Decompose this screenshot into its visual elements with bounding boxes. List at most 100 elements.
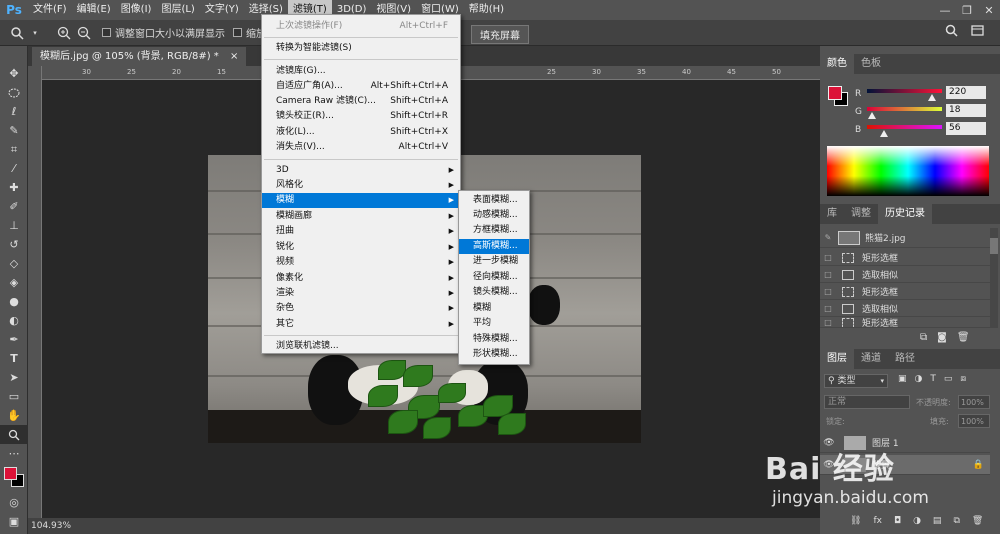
r-slider[interactable] xyxy=(867,89,942,93)
tab-adjustments[interactable]: 调整 xyxy=(844,204,878,224)
hand-tool-icon[interactable]: ✋ xyxy=(0,406,28,425)
tab-swatches[interactable]: 色板 xyxy=(854,54,888,74)
more-tools-icon[interactable]: ⋯ xyxy=(0,444,28,463)
filter-menu-item[interactable]: 渲染 ▶ xyxy=(262,286,460,301)
history-brush-source-icon[interactable]: ✎ xyxy=(820,233,836,242)
g-slider[interactable] xyxy=(867,107,942,111)
chevron-down-icon[interactable]: ▾ xyxy=(30,29,40,37)
layer-filter-select[interactable]: ⚲ 类型 ▾ xyxy=(824,374,888,388)
filter-menu-item[interactable]: 浏览联机滤镜... xyxy=(262,339,460,354)
close-icon[interactable]: ✕ xyxy=(978,0,1000,20)
zoom-level[interactable]: 104.93% xyxy=(31,521,71,531)
tab-library[interactable]: 库 xyxy=(820,204,844,224)
filter-menu-item[interactable]: 像素化 ▶ xyxy=(262,271,460,286)
zoom-in-icon[interactable] xyxy=(54,26,74,40)
r-slider-thumb[interactable] xyxy=(927,94,936,101)
opacity-input[interactable]: 100% xyxy=(958,395,990,409)
healing-brush-tool-icon[interactable]: ✚ xyxy=(0,178,28,197)
color-foreground-swatch[interactable] xyxy=(828,86,842,100)
eyedropper-tool-icon[interactable]: ⁄ xyxy=(0,159,28,178)
zoom-out-icon[interactable] xyxy=(74,26,94,40)
workspace-icon[interactable] xyxy=(968,24,986,37)
menu-help[interactable]: 帮助(H) xyxy=(464,0,509,20)
tab-history[interactable]: 历史记录 xyxy=(878,204,932,224)
tab-layers[interactable]: 图层 xyxy=(820,349,854,369)
resize-window-checkbox[interactable] xyxy=(102,28,111,37)
filter-menu-item[interactable]: 杂色 ▶ xyxy=(262,301,460,316)
blur-submenu-item[interactable]: 方框模糊... xyxy=(459,223,529,238)
zoom-all-checkbox[interactable] xyxy=(233,28,242,37)
filter-menu-item[interactable]: 上次滤镜操作(F) Alt+Ctrl+F xyxy=(262,19,460,34)
history-item[interactable]: □ 选取相似 xyxy=(820,301,990,317)
menu-type[interactable]: 文字(Y) xyxy=(200,0,244,20)
search-icon[interactable] xyxy=(942,24,960,37)
blur-submenu-item[interactable]: 形状模糊... xyxy=(459,347,529,362)
history-item[interactable]: □ 矩形选框 xyxy=(820,250,990,266)
minimize-icon[interactable]: — xyxy=(934,0,956,20)
history-item[interactable]: □ 选取相似 xyxy=(820,267,990,283)
history-brush-tool-icon[interactable]: ↺ xyxy=(0,235,28,254)
filter-menu-item[interactable]: Camera Raw 滤镜(C)... Shift+Ctrl+A xyxy=(262,94,460,109)
type-filter-icon[interactable]: T xyxy=(930,374,936,384)
blur-tool-icon[interactable]: ● xyxy=(0,292,28,311)
smart-object-filter-icon[interactable]: ⧈ xyxy=(960,374,966,384)
blend-mode-select[interactable]: 正常 xyxy=(824,395,910,409)
blur-submenu-item[interactable]: 表面模糊... xyxy=(459,193,529,208)
trash-icon[interactable]: 🗑 xyxy=(957,332,970,343)
filter-menu-item[interactable]: 自适应广角(A)... Alt+Shift+Ctrl+A xyxy=(262,79,460,94)
crop-tool-icon[interactable]: ⌗ xyxy=(0,140,28,159)
filter-menu-item[interactable]: 液化(L)... Shift+Ctrl+X xyxy=(262,125,460,140)
menu-image[interactable]: 图像(I) xyxy=(116,0,157,20)
filter-menu-item[interactable]: 锐化 ▶ xyxy=(262,240,460,255)
color-spectrum[interactable] xyxy=(827,146,989,196)
history-scrollbar[interactable] xyxy=(990,228,998,328)
lasso-tool-icon[interactable]: ℓ xyxy=(0,102,28,121)
blur-submenu-item[interactable]: 径向模糊... xyxy=(459,270,529,285)
g-value-input[interactable]: 18 xyxy=(946,104,986,117)
eraser-tool-icon[interactable]: ◇ xyxy=(0,254,28,273)
path-selection-tool-icon[interactable]: ➤ xyxy=(0,368,28,387)
shape-tool-icon[interactable]: ▭ xyxy=(0,387,28,406)
screen-mode-icon[interactable]: ▣ xyxy=(0,512,28,531)
history-item[interactable]: □ 矩形选框 xyxy=(820,284,990,300)
menu-edit[interactable]: 编辑(E) xyxy=(72,0,116,20)
new-document-from-state-icon[interactable]: ⧉ xyxy=(920,332,927,343)
move-tool-icon[interactable]: ✥ xyxy=(0,64,28,83)
tab-paths[interactable]: 路径 xyxy=(888,349,922,369)
restore-icon[interactable]: ❐ xyxy=(956,0,978,20)
tab-close-icon[interactable]: × xyxy=(230,51,238,62)
fill-input[interactable]: 100% xyxy=(958,414,990,428)
history-snapshot[interactable]: ✎ 熊猫2.jpg xyxy=(820,228,990,248)
filter-menu-item[interactable]: 视频 ▶ xyxy=(262,255,460,270)
menu-file[interactable]: 文件(F) xyxy=(28,0,72,20)
brush-tool-icon[interactable]: ✐ xyxy=(0,197,28,216)
filter-menu-item[interactable]: 3D ▶ xyxy=(262,163,460,178)
blur-submenu-item[interactable]: 动感模糊... xyxy=(459,208,529,223)
pen-tool-icon[interactable]: ✒ xyxy=(0,330,28,349)
quick-mask-icon[interactable]: ◎ xyxy=(0,493,28,512)
filter-menu-item[interactable]: 镜头校正(R)... Shift+Ctrl+R xyxy=(262,109,460,124)
filter-menu-item[interactable]: 其它 ▶ xyxy=(262,317,460,332)
b-slider[interactable] xyxy=(867,125,942,129)
adjustment-filter-icon[interactable]: ◑ xyxy=(915,374,923,384)
blur-submenu-item[interactable]: 镜头模糊... xyxy=(459,285,529,300)
menu-layer[interactable]: 图层(L) xyxy=(156,0,199,20)
blur-submenu-item[interactable]: 模糊 xyxy=(459,301,529,316)
fill-screen-button[interactable]: 填充屏幕 xyxy=(471,25,529,44)
b-value-input[interactable]: 56 xyxy=(946,122,986,135)
marquee-tool-icon[interactable] xyxy=(0,83,28,102)
filter-menu-item-blur[interactable]: 模糊 ▶ xyxy=(262,193,460,208)
document-tab[interactable]: 模糊后.jpg @ 105% (背景, RGB/8#) * × xyxy=(32,47,247,66)
filter-menu-item[interactable]: 转换为智能滤镜(S) xyxy=(262,41,460,56)
foreground-color-swatch[interactable] xyxy=(4,467,17,480)
dodge-tool-icon[interactable]: ◐ xyxy=(0,311,28,330)
paint-bucket-tool-icon[interactable]: ◈ xyxy=(0,273,28,292)
filter-menu-item[interactable]: 风格化 ▶ xyxy=(262,178,460,193)
blur-submenu-item-gaussian[interactable]: 高斯模糊... xyxy=(459,239,529,254)
r-value-input[interactable]: 220 xyxy=(946,86,986,99)
history-item[interactable]: □ 矩形选框 xyxy=(820,318,990,328)
filter-menu-item[interactable]: 滤镜库(G)... xyxy=(262,64,460,79)
camera-icon[interactable]: ◙ xyxy=(937,332,947,343)
filter-menu-item[interactable]: 模糊画廊 ▶ xyxy=(262,209,460,224)
b-slider-thumb[interactable] xyxy=(879,130,888,137)
